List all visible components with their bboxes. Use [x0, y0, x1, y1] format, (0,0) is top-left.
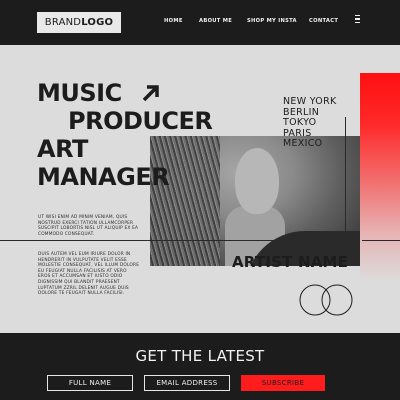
paragraph-line: MOLESTIE CONSEQUAT, VEL ILLUM DOLORE: [38, 263, 140, 269]
full-name-field[interactable]: FULL NAME: [47, 375, 133, 391]
city-item: TOKYO: [283, 117, 317, 128]
intro-paragraph: UT WISI ENIM AD MINIM VENIAM, QUIS NOSTR…: [38, 215, 138, 237]
paragraph-line: UT WISI ENIM AD MINIM VENIAM, QUIS: [38, 215, 128, 220]
city-item: MEXICO: [283, 138, 323, 149]
subscribe-button[interactable]: SUBSCRIBE: [241, 375, 325, 391]
interlocking-circles-icon: [299, 284, 353, 316]
arrow-up-right-icon: [142, 85, 159, 102]
title-line-music: MUSIC: [37, 79, 122, 107]
red-gradient-panel: [360, 73, 400, 333]
nav-contact[interactable]: CONTACT: [309, 18, 338, 24]
paragraph-line: COMMODO CONSEQUAT.: [38, 231, 95, 237]
title-line-producer: PRODUCER: [68, 107, 213, 135]
email-field[interactable]: EMAIL ADDRESS: [144, 375, 230, 391]
nav-about-me[interactable]: ABOUT ME: [199, 18, 232, 24]
vertical-divider: [345, 117, 346, 267]
header-bar: BRAND LOGO HOME ABOUT ME SHOP MY INSTA CO…: [0, 0, 400, 45]
hamburger-menu-icon[interactable]: [352, 15, 362, 27]
paragraph-line: DOLORE TE FEUGAIT NULLA FACILISI.: [38, 291, 125, 297]
city-item: NEW YORK: [283, 96, 337, 107]
newsletter-heading: GET THE LATEST: [135, 347, 265, 365]
city-list: NEW YORK BERLIN TOKYO PARIS MEXICO: [283, 96, 337, 150]
paragraph-line: DUIS AUTEM VEL EUM IRIURE DOLOR IN: [38, 252, 131, 257]
logo-text-logo: LOGO: [81, 17, 114, 28]
newsletter-footer: GET THE LATEST FULL NAME EMAIL ADDRESS S…: [0, 333, 400, 400]
artist-photo: [150, 136, 360, 266]
nav-shop-my-insta[interactable]: SHOP MY INSTA: [247, 18, 297, 24]
title-line-manager: MANAGER: [37, 163, 170, 191]
logo-text-brand: BRAND: [44, 17, 82, 28]
paragraph-line: SUSCIPIT LOBORTIS NISL UT ALIQUIP EX EA: [38, 226, 139, 232]
landing-page: BRAND LOGO HOME ABOUT ME SHOP MY INSTA CO…: [0, 0, 400, 400]
divider-line: [0, 240, 360, 241]
nav-home[interactable]: HOME: [164, 18, 183, 24]
body-paragraph: DUIS AUTEM VEL EUM IRIURE DOLOR IN HENDR…: [38, 252, 139, 297]
brand-logo[interactable]: BRAND LOGO: [37, 12, 121, 33]
artist-name-heading: ARTIST NAME: [232, 253, 349, 271]
divider-line-right: [362, 240, 400, 241]
hero-section: MUSIC PRODUCER ART MANAGER NEW YORK BERL…: [0, 45, 400, 333]
title-line-art: ART: [37, 135, 88, 163]
